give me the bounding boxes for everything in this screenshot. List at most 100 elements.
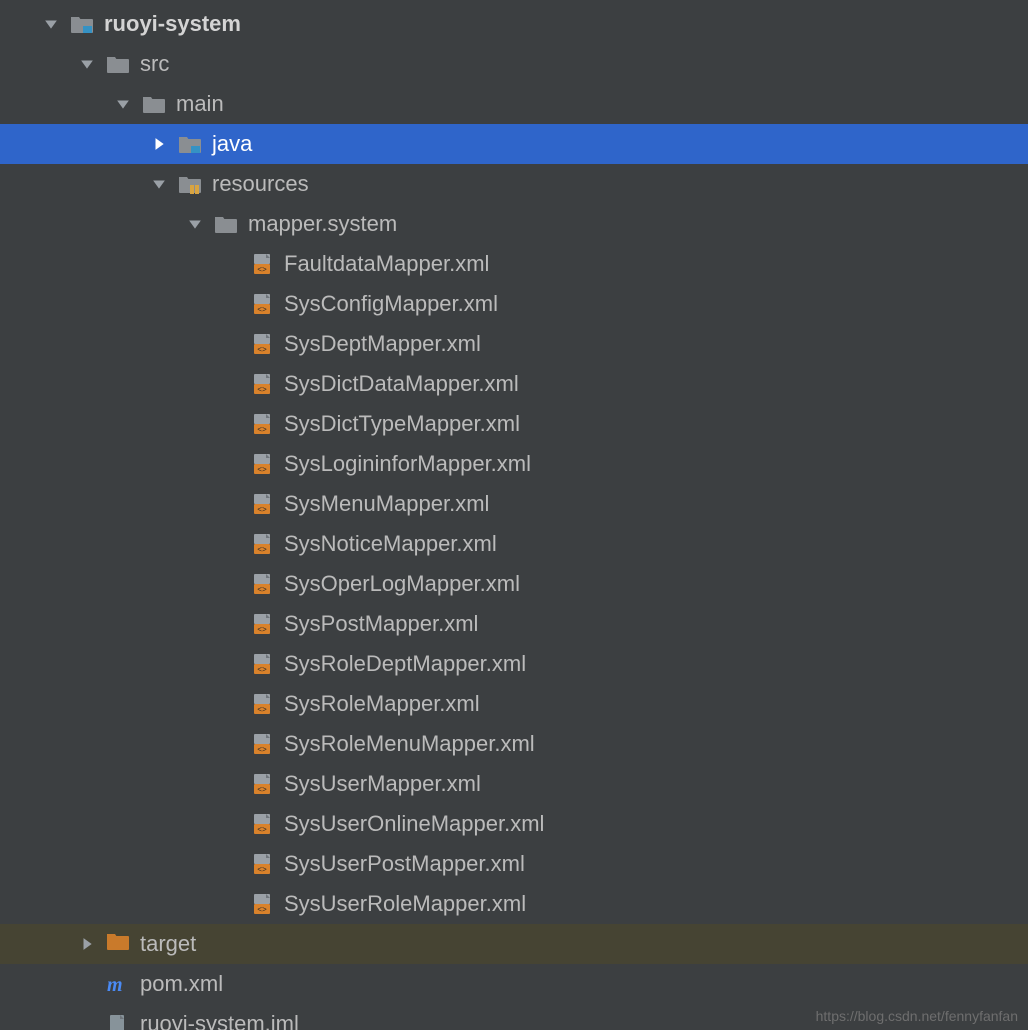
tree-row[interactable]: main (0, 84, 1028, 124)
folder-icon (142, 92, 166, 116)
tree-item-label: SysMenuMapper.xml (282, 491, 489, 517)
tree-item-label: target (138, 931, 196, 957)
xml-file-icon: <> (250, 772, 274, 796)
tree-row[interactable]: <> SysRoleMapper.xml (0, 684, 1028, 724)
svg-text:<>: <> (257, 346, 267, 355)
svg-text:<>: <> (257, 546, 267, 555)
svg-text:<>: <> (257, 746, 267, 755)
xml-file-icon: <> (250, 612, 274, 636)
tree-row[interactable]: <> SysUserMapper.xml (0, 764, 1028, 804)
tree-row[interactable]: java (0, 124, 1028, 164)
chevron-right-icon[interactable] (80, 937, 94, 951)
tree-item-label: SysUserPostMapper.xml (282, 851, 525, 877)
tree-row[interactable]: <> FaultdataMapper.xml (0, 244, 1028, 284)
tree-row[interactable]: <> SysUserOnlineMapper.xml (0, 804, 1028, 844)
tree-item-label: SysPostMapper.xml (282, 611, 478, 637)
svg-text:<>: <> (257, 906, 267, 915)
svg-text:<>: <> (257, 866, 267, 875)
tree-item-label: SysUserRoleMapper.xml (282, 891, 526, 917)
svg-text:<>: <> (257, 706, 267, 715)
svg-text:m: m (107, 974, 123, 995)
tree-item-label: SysUserMapper.xml (282, 771, 481, 797)
tree-item-label: mapper.system (246, 211, 397, 237)
resources-folder-icon (178, 172, 202, 196)
chevron-right-icon[interactable] (152, 137, 166, 151)
xml-file-icon: <> (250, 492, 274, 516)
tree-item-label: FaultdataMapper.xml (282, 251, 489, 277)
tree-row[interactable]: <> SysDictTypeMapper.xml (0, 404, 1028, 444)
svg-text:<>: <> (257, 306, 267, 315)
chevron-down-icon[interactable] (44, 17, 58, 31)
tree-row[interactable]: src (0, 44, 1028, 84)
module-folder-icon (70, 12, 94, 36)
tree-item-label: SysUserOnlineMapper.xml (282, 811, 544, 837)
tree-item-label: SysDictDataMapper.xml (282, 371, 519, 397)
chevron-down-icon[interactable] (116, 97, 130, 111)
svg-text:<>: <> (257, 266, 267, 275)
svg-text:<>: <> (257, 786, 267, 795)
tree-item-label: SysOperLogMapper.xml (282, 571, 520, 597)
tree-item-label: src (138, 51, 169, 77)
chevron-down-icon[interactable] (152, 177, 166, 191)
xml-file-icon: <> (250, 692, 274, 716)
xml-file-icon: <> (250, 812, 274, 836)
tree-row[interactable]: <> SysDeptMapper.xml (0, 324, 1028, 364)
tree-row[interactable]: target (0, 924, 1028, 964)
tree-row[interactable]: <> SysPostMapper.xml (0, 604, 1028, 644)
xml-file-icon: <> (250, 652, 274, 676)
xml-file-icon: <> (250, 532, 274, 556)
maven-file-icon: m (106, 972, 130, 996)
excluded-folder-icon (106, 932, 130, 956)
tree-item-label: SysRoleMapper.xml (282, 691, 480, 717)
tree-item-label: resources (210, 171, 309, 197)
tree-row[interactable]: mapper.system (0, 204, 1028, 244)
tree-item-label: SysRoleMenuMapper.xml (282, 731, 535, 757)
tree-item-label: ruoyi-system.iml (138, 1011, 299, 1030)
xml-file-icon: <> (250, 292, 274, 316)
tree-item-label: SysDictTypeMapper.xml (282, 411, 520, 437)
tree-row[interactable]: <> SysUserRoleMapper.xml (0, 884, 1028, 924)
folder-icon (214, 212, 238, 236)
tree-item-label: SysDeptMapper.xml (282, 331, 481, 357)
xml-file-icon: <> (250, 252, 274, 276)
xml-file-icon: <> (250, 732, 274, 756)
iml-file-icon (106, 1012, 130, 1030)
tree-row[interactable]: <> SysUserPostMapper.xml (0, 844, 1028, 884)
xml-file-icon: <> (250, 852, 274, 876)
svg-text:<>: <> (257, 426, 267, 435)
tree-row[interactable]: <> SysDictDataMapper.xml (0, 364, 1028, 404)
tree-item-label: SysConfigMapper.xml (282, 291, 498, 317)
tree-item-label: java (210, 131, 252, 157)
xml-file-icon: <> (250, 452, 274, 476)
xml-file-icon: <> (250, 412, 274, 436)
tree-row[interactable]: m pom.xml (0, 964, 1028, 1004)
tree-item-label: main (174, 91, 224, 117)
folder-icon (106, 52, 130, 76)
svg-text:<>: <> (257, 466, 267, 475)
xml-file-icon: <> (250, 372, 274, 396)
tree-row[interactable]: <>SysRoleDeptMapper.xml (0, 644, 1028, 684)
tree-row[interactable]: ruoyi-system (0, 4, 1028, 44)
tree-item-label: ruoyi-system (102, 11, 241, 37)
project-tree[interactable]: ruoyi-system srcmain java resources mapper.s… (0, 0, 1028, 1030)
xml-file-icon: <> (250, 892, 274, 916)
svg-text:<>: <> (257, 826, 267, 835)
svg-text:<>: <> (257, 666, 267, 675)
tree-item-label: SysLogininforMapper.xml (282, 451, 531, 477)
tree-row[interactable]: <>SysNoticeMapper.xml (0, 524, 1028, 564)
svg-text:<>: <> (257, 386, 267, 395)
tree-row[interactable]: resources (0, 164, 1028, 204)
tree-row[interactable]: <> SysRoleMenuMapper.xml (0, 724, 1028, 764)
chevron-down-icon[interactable] (188, 217, 202, 231)
xml-file-icon: <> (250, 572, 274, 596)
tree-row[interactable]: <> SysMenuMapper.xml (0, 484, 1028, 524)
chevron-down-icon[interactable] (80, 57, 94, 71)
tree-row[interactable]: <> SysOperLogMapper.xml (0, 564, 1028, 604)
tree-row[interactable]: <> SysConfigMapper.xml (0, 284, 1028, 324)
tree-row[interactable]: <> SysLogininforMapper.xml (0, 444, 1028, 484)
xml-file-icon: <> (250, 332, 274, 356)
source-folder-icon (178, 132, 202, 156)
svg-text:<>: <> (257, 586, 267, 595)
tree-item-label: pom.xml (138, 971, 223, 997)
svg-text:<>: <> (257, 626, 267, 635)
